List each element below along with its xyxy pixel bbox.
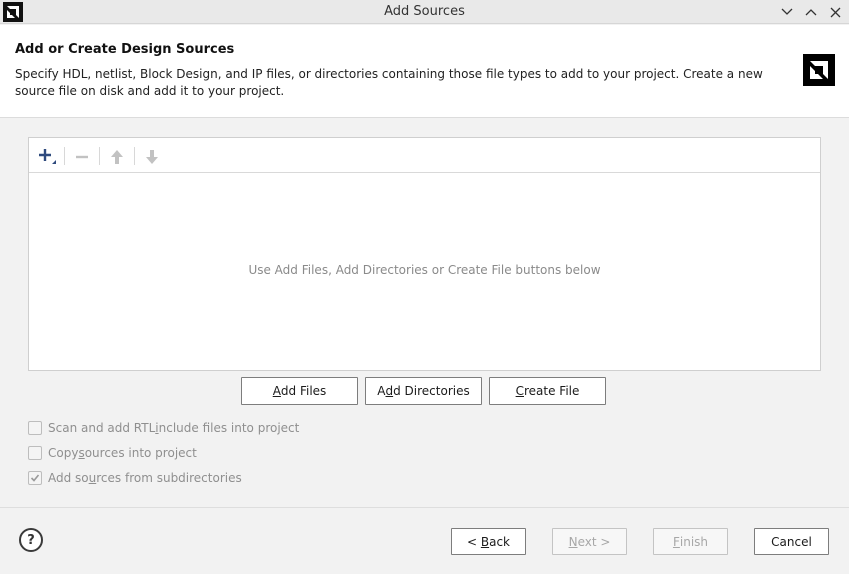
add-directories-label-pre: A	[377, 384, 386, 398]
page-description: Specify HDL, netlist, Block Design, and …	[15, 67, 763, 98]
create-file-mnemonic: C	[515, 384, 524, 398]
scan-rtl-include-option[interactable]: Scan and add RTL i nclude files into proj…	[28, 420, 299, 436]
add-subdirectories-mnemonic: u	[88, 471, 97, 485]
add-subdirectories-label-pre: Add so	[48, 471, 89, 485]
back-label: ack	[489, 534, 510, 549]
scan-rtl-include-label: nclude files into project	[158, 421, 300, 435]
finish-button[interactable]: Finish	[653, 528, 728, 555]
cancel-label: Cancel	[771, 534, 812, 549]
next-label: ext >	[577, 534, 611, 549]
add-directories-button[interactable]: Add Directories	[365, 377, 482, 405]
add-directories-label: d Directories	[393, 384, 470, 398]
add-subdirectories-checkbox[interactable]	[28, 471, 42, 485]
add-files-button[interactable]: Add Files	[241, 377, 358, 405]
add-subdirectories-option[interactable]: Add so u rces from subdirectories	[28, 470, 242, 486]
back-mnemonic: B	[480, 534, 490, 549]
add-files-mnemonic: A	[272, 384, 281, 398]
sources-list-panel[interactable]: Use Add Files, Add Directories or Create…	[28, 137, 821, 371]
create-file-button[interactable]: Create File	[489, 377, 606, 405]
cancel-button[interactable]: Cancel	[754, 528, 829, 555]
remove-icon[interactable]	[71, 146, 93, 168]
add-files-label: dd Files	[280, 384, 327, 398]
finish-label: inish	[679, 534, 709, 549]
add-subdirectories-label: rces from subdirectories	[96, 471, 242, 485]
copy-sources-option[interactable]: Copy s ources into project	[28, 445, 197, 461]
add-directories-mnemonic: d	[385, 384, 394, 398]
create-file-label: reate File	[524, 384, 580, 398]
copy-sources-checkbox[interactable]	[28, 446, 42, 460]
scan-rtl-include-checkbox[interactable]	[28, 421, 42, 435]
window-title: Add Sources	[384, 4, 465, 19]
add-icon[interactable]	[36, 146, 58, 168]
copy-sources-label: ources into project	[84, 446, 197, 460]
checkmark-icon	[30, 474, 40, 482]
maximize-icon[interactable]	[801, 2, 821, 22]
sources-toolbar	[29, 138, 820, 173]
next-mnemonic: N	[568, 534, 578, 549]
scan-rtl-include-label-pre: Scan and add RTL	[48, 421, 156, 435]
copy-sources-label-pre: Copy	[48, 446, 79, 460]
brand-logo-icon	[803, 54, 835, 86]
empty-list-message: Use Add Files, Add Directories or Create…	[248, 263, 601, 277]
minimize-icon[interactable]	[777, 2, 797, 22]
dialog-header: Add or Create Design Sources Specify HDL…	[0, 25, 849, 118]
footer-divider	[0, 507, 849, 508]
close-icon[interactable]	[825, 2, 845, 22]
finish-mnemonic: F	[672, 534, 680, 549]
title-bar: Add Sources	[0, 0, 849, 24]
move-down-icon[interactable]	[141, 146, 163, 168]
help-button[interactable]: ?	[19, 528, 43, 552]
help-icon: ?	[27, 532, 35, 548]
next-button[interactable]: Next >	[552, 528, 627, 555]
move-up-icon[interactable]	[106, 146, 128, 168]
back-button[interactable]: < Back	[451, 528, 526, 555]
page-title: Add or Create Design Sources	[15, 42, 235, 57]
back-label-pre: <	[466, 534, 481, 549]
